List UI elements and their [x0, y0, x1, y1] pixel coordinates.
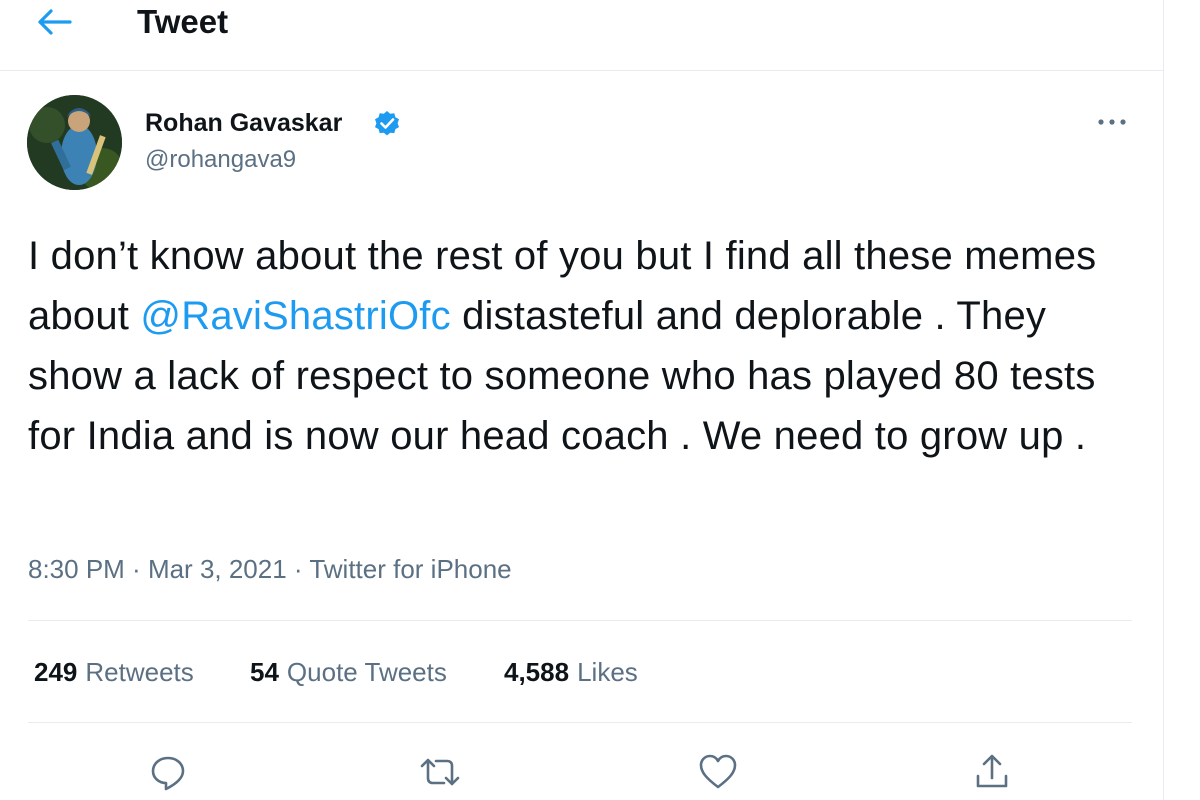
tweet-time[interactable]: 8:30 PM	[28, 554, 125, 584]
author-handle[interactable]: @rohangava9	[145, 145, 296, 175]
tweet-meta: 8:30 PM · Mar 3, 2021 · Twitter for iPho…	[28, 552, 512, 586]
meta-separator: ·	[286, 554, 310, 584]
avatar[interactable]	[27, 95, 122, 190]
page-title: Tweet	[137, 3, 229, 40]
quote-tweets-stat[interactable]: 54 Quote Tweets	[250, 654, 447, 690]
arrow-left-icon	[38, 9, 72, 35]
verified-badge-icon	[375, 111, 399, 136]
more-dots-icon	[1098, 119, 1126, 125]
reply-icon	[151, 756, 185, 791]
retweet-button[interactable]	[416, 748, 464, 796]
tweet-source[interactable]: Twitter for iPhone	[309, 554, 511, 584]
avatar-photo	[27, 95, 122, 190]
retweet-icon	[420, 758, 460, 786]
tweet-text: I don’t know about the rest of you but I…	[28, 226, 1138, 466]
like-button[interactable]	[694, 748, 742, 796]
tweet-date[interactable]: Mar 3, 2021	[148, 554, 287, 584]
tweet-page: Tweet Rohan Gavaskar @rohangava9 I don’t…	[0, 0, 1200, 800]
share-button[interactable]	[968, 748, 1016, 796]
quote-tweets-label: Quote Tweets	[286, 657, 447, 687]
reply-button[interactable]	[144, 748, 192, 796]
likes-count: 4,588	[504, 657, 570, 687]
likes-stat[interactable]: 4,588 Likes	[504, 654, 638, 690]
page-header: Tweet	[0, 0, 1163, 71]
column-border	[1163, 0, 1164, 800]
mention-link[interactable]: @RaviShastriOfc	[140, 294, 450, 338]
quote-tweets-count: 54	[250, 657, 279, 687]
more-options-button[interactable]	[1092, 108, 1132, 136]
share-icon	[976, 754, 1008, 788]
meta-separator: ·	[124, 554, 148, 584]
retweets-stat[interactable]: 249 Retweets	[34, 654, 194, 690]
back-button[interactable]	[30, 2, 80, 42]
retweets-label: Retweets	[85, 657, 194, 687]
author-name[interactable]: Rohan Gavaskar	[145, 107, 342, 139]
heart-icon	[699, 754, 737, 789]
retweets-count: 249	[34, 657, 78, 687]
likes-label: Likes	[577, 657, 638, 687]
divider	[28, 620, 1132, 621]
divider	[28, 722, 1132, 723]
